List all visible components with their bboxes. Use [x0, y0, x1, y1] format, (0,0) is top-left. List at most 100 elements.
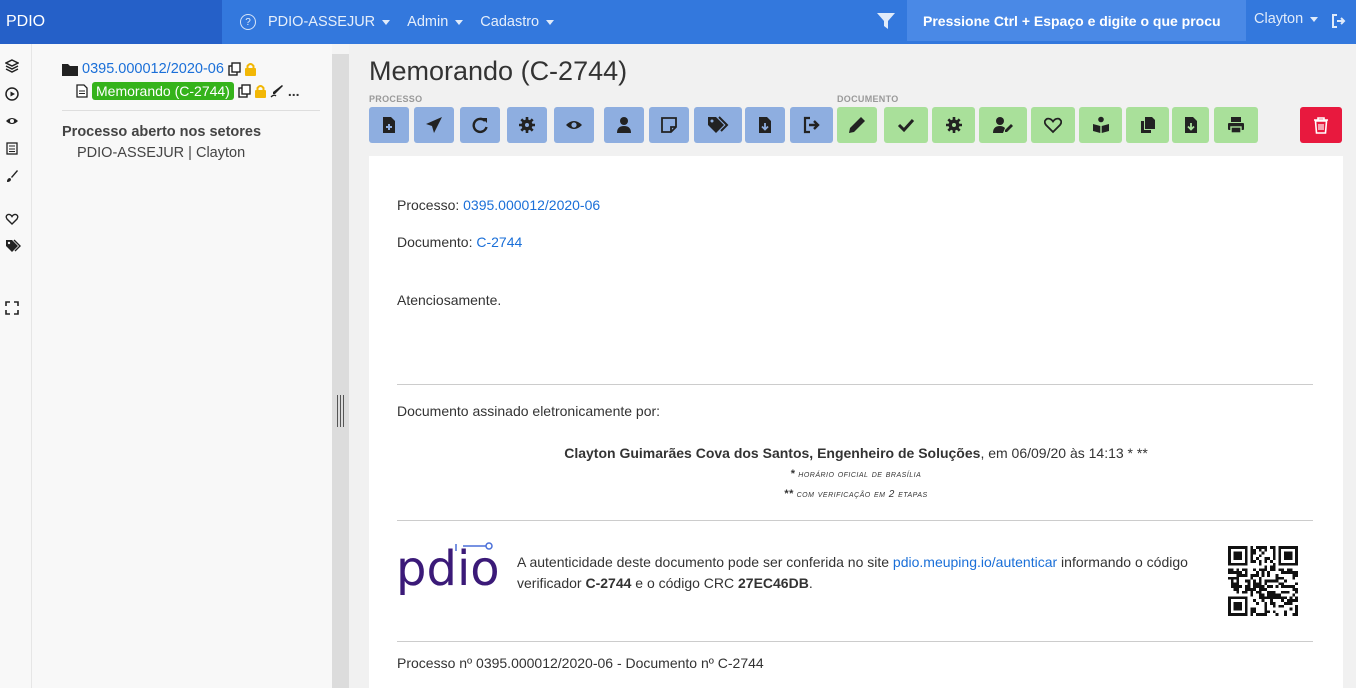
icon-sidebar — [0, 44, 32, 688]
user-edit-icon — [993, 117, 1013, 133]
check-icon — [897, 118, 915, 133]
divider — [397, 641, 1313, 642]
trash-icon — [1314, 117, 1328, 134]
tags-icon — [708, 116, 729, 133]
note-two-step: ** com verificação em 2 etapas — [369, 488, 1343, 500]
search-input[interactable]: Pressione Ctrl + Espaço e digite o que p… — [907, 0, 1246, 41]
caret-down-icon — [455, 19, 464, 25]
page-title: Memorando (C-2744) — [369, 56, 628, 86]
interested-user-button[interactable] — [604, 107, 644, 143]
send-process-button[interactable] — [414, 107, 454, 143]
tags-icon[interactable] — [5, 239, 21, 253]
sign-out-icon — [803, 116, 820, 134]
nav-menu-pdio-assejur[interactable]: PDIO-ASSEJUR — [268, 14, 391, 30]
eye-icon — [566, 121, 582, 129]
redo-icon — [472, 117, 488, 134]
document-toolbar-label: DOCUMENTO — [837, 94, 899, 104]
edit-document-button[interactable] — [837, 107, 877, 143]
new-document-button[interactable] — [369, 107, 409, 143]
note-mark: * — [790, 468, 796, 480]
note-mark: ** — [784, 488, 794, 500]
copy-icon — [1140, 117, 1155, 133]
eye-icon[interactable] — [5, 114, 19, 128]
signer-line: Clayton Guimarães Cova dos Santos, Engen… — [369, 445, 1343, 461]
exit-process-button[interactable] — [790, 107, 833, 143]
tree-process-node[interactable]: 0395.000012/2020-06 — [62, 61, 257, 77]
print-button[interactable] — [1214, 107, 1258, 143]
caret-down-icon — [1310, 16, 1319, 22]
process-tree-panel: 0395.000012/2020-06 Memorando (C-2744) .… — [32, 44, 332, 688]
user-name: Clayton — [1254, 11, 1304, 27]
nav-menu-admin[interactable]: Admin — [407, 14, 464, 30]
heart-icon[interactable] — [5, 212, 19, 226]
svg-text:pdio: pdio — [396, 541, 500, 597]
file-download-icon — [759, 117, 771, 133]
process-toolbar-label: PROCESSO — [369, 94, 423, 104]
question-circle-icon[interactable]: ? — [240, 14, 256, 30]
verifier-code: C-2744 — [585, 575, 632, 591]
file-download-icon — [1184, 117, 1197, 133]
splitter-grip-icon[interactable] — [337, 395, 344, 427]
search-hint: Pressione Ctrl + Espaço e digite o que p… — [923, 13, 1221, 29]
sign-document-button[interactable] — [979, 107, 1027, 143]
sectors-heading: Processo aberto nos setores — [62, 124, 262, 140]
process-number-link[interactable]: 0395.000012/2020-06 — [82, 61, 224, 77]
folder-icon — [62, 63, 78, 76]
reader-button[interactable] — [1079, 107, 1122, 143]
file-plus-icon — [383, 117, 395, 133]
expand-icon[interactable] — [5, 301, 19, 315]
copy-icon[interactable] — [228, 62, 242, 76]
view-button[interactable] — [554, 107, 594, 143]
tags-button[interactable] — [694, 107, 742, 143]
download-button[interactable] — [745, 107, 785, 143]
signer-date: , em 06/09/20 às 14:13 * ** — [980, 445, 1148, 461]
caret-down-icon — [382, 19, 391, 25]
signature-pen-icon[interactable] — [270, 84, 284, 98]
play-circle-icon[interactable] — [5, 87, 19, 101]
calendar-icon[interactable] — [5, 141, 19, 155]
book-reader-icon — [1092, 116, 1109, 133]
processo-link[interactable]: 0395.000012/2020-06 — [463, 197, 600, 213]
delete-button[interactable] — [1300, 107, 1342, 143]
note-button[interactable] — [649, 107, 689, 143]
heart-icon — [1044, 117, 1062, 134]
download-document-button[interactable] — [1172, 107, 1209, 143]
processo-line: Processo: 0395.000012/2020-06 — [397, 197, 600, 213]
layers-icon[interactable] — [5, 59, 19, 73]
finalize-document-button[interactable] — [884, 107, 928, 143]
pdio-logo: pdio — [396, 541, 500, 597]
brush-icon[interactable] — [5, 169, 19, 183]
sticky-note-icon — [661, 117, 677, 133]
document-settings-button[interactable] — [932, 107, 975, 143]
auth-text: e o código CRC — [631, 575, 738, 591]
nav-menu-label: PDIO-ASSEJUR — [268, 14, 376, 30]
gear-icon — [945, 117, 962, 133]
nav-menu-label: Admin — [407, 14, 449, 30]
signer-name: Clayton Guimarães Cova dos Santos, Engen… — [564, 445, 981, 461]
tree-document-node[interactable]: Memorando (C-2744) ... — [76, 82, 300, 100]
document-badge[interactable]: Memorando (C-2744) — [92, 82, 234, 100]
panel-splitter[interactable] — [332, 54, 349, 688]
gear-icon — [519, 117, 535, 133]
refresh-button[interactable] — [460, 107, 500, 143]
more-label[interactable]: ... — [288, 83, 300, 99]
user-menu[interactable]: Clayton — [1254, 11, 1319, 27]
divider — [62, 110, 320, 111]
process-settings-button[interactable] — [507, 107, 547, 143]
auth-link[interactable]: pdio.meuping.io/autenticar — [893, 554, 1057, 570]
favorite-button[interactable] — [1031, 107, 1075, 143]
copy-icon[interactable] — [238, 84, 252, 98]
file-icon — [76, 84, 88, 98]
brand-logo[interactable]: PDIO — [0, 0, 222, 44]
filter-icon[interactable] — [876, 11, 896, 31]
paper-plane-icon — [426, 117, 442, 133]
documento-link[interactable]: C-2744 — [476, 234, 522, 250]
divider — [397, 384, 1313, 385]
divider — [397, 520, 1313, 521]
logout-icon[interactable] — [1331, 13, 1347, 29]
closing-text: Atenciosamente. — [397, 292, 502, 308]
nav-menu-cadastro[interactable]: Cadastro — [480, 14, 555, 30]
lock-icon — [244, 63, 256, 76]
duplicate-document-button[interactable] — [1126, 107, 1169, 143]
note-official-time: * horário oficial de brasília — [369, 468, 1343, 480]
